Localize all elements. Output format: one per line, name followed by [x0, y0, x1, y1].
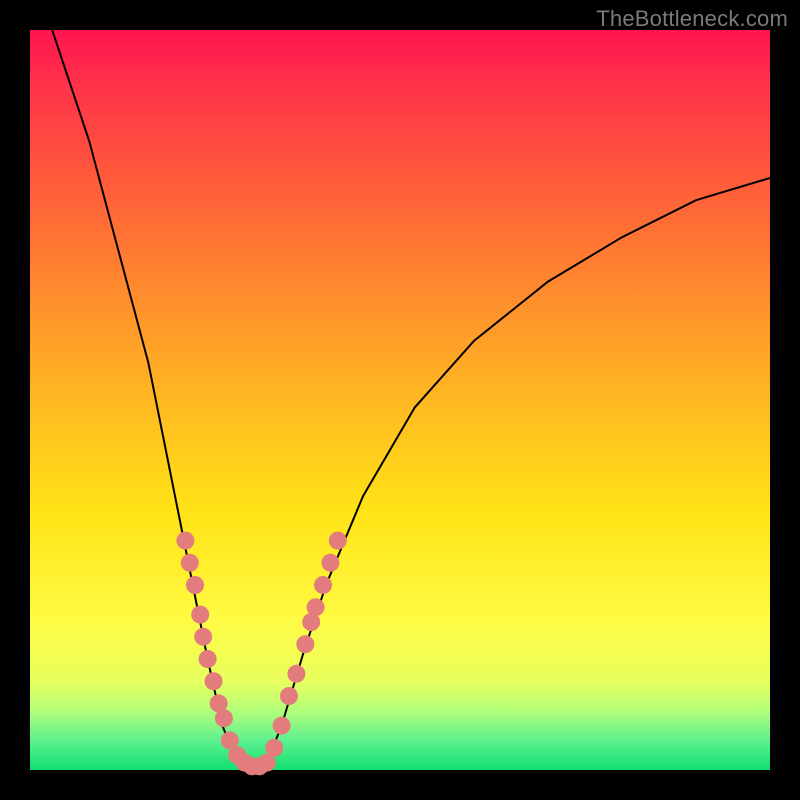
highlight-dot — [215, 709, 233, 727]
highlight-dot — [181, 554, 199, 572]
highlight-dot — [205, 672, 223, 690]
watermark-text: TheBottleneck.com — [596, 6, 788, 32]
highlight-dot — [321, 554, 339, 572]
highlight-dot — [176, 532, 194, 550]
highlight-dot — [273, 717, 291, 735]
highlight-dot — [265, 739, 283, 757]
highlight-dot — [287, 665, 305, 683]
highlight-dot — [194, 628, 212, 646]
chart-container: TheBottleneck.com — [0, 0, 800, 800]
bottleneck-curve — [52, 30, 770, 770]
chart-svg — [30, 30, 770, 770]
highlight-dots — [176, 532, 346, 776]
highlight-dot — [296, 635, 314, 653]
highlight-dot — [329, 532, 347, 550]
highlight-dot — [191, 606, 209, 624]
highlight-dot — [314, 576, 332, 594]
highlight-dot — [199, 650, 217, 668]
highlight-dot — [307, 598, 325, 616]
highlight-dot — [186, 576, 204, 594]
highlight-dot — [280, 687, 298, 705]
